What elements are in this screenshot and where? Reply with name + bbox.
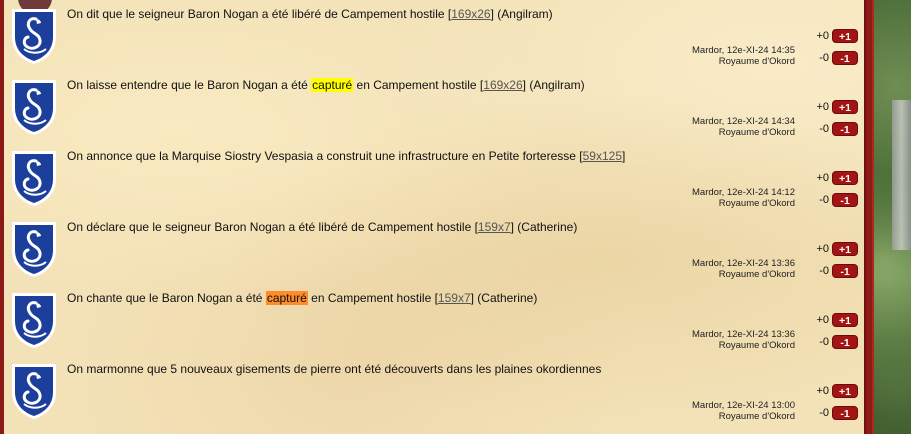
swan-crest-icon (10, 78, 58, 136)
vote-minus-count: -0 (819, 407, 829, 419)
news-realm: Royaume d'Okord (718, 197, 795, 209)
news-author-date: Mardor, 12e-XI-24 14:34 (692, 116, 795, 127)
news-item: On dit que le seigneur Baron Nogan a été… (4, 0, 864, 71)
swan-crest-icon (10, 220, 58, 278)
news-text: On annonce que la Marquise Siostry Vespa… (67, 149, 625, 163)
news-realm: Royaume d'Okord (718, 126, 795, 138)
vote-minus-count: -0 (819, 336, 829, 348)
coordinate-link[interactable]: 59x125 (583, 149, 622, 163)
vote-plus-row: +0 +1 (816, 242, 858, 256)
vote-minus-button[interactable]: -1 (832, 122, 858, 136)
news-realm: Royaume d'Okord (718, 268, 795, 280)
news-text: On laisse entendre que le Baron Nogan a … (67, 78, 585, 92)
news-text: On marmonne que 5 nouveaux gisements de … (67, 362, 601, 376)
news-item: On laisse entendre que le Baron Nogan a … (4, 71, 864, 142)
vote-minus-count: -0 (819, 194, 829, 206)
news-text-before: On marmonne que 5 nouveaux gisements de … (67, 362, 602, 376)
swan-crest-icon (10, 362, 58, 420)
vote-minus-row: -0 -1 (819, 51, 858, 65)
vote-plus-button[interactable]: +1 (832, 313, 858, 327)
vote-plus-row: +0 +1 (816, 313, 858, 327)
news-text-after: en Campement hostile [ (307, 291, 438, 305)
vote-minus-count: -0 (819, 123, 829, 135)
news-author-date: Mardor, 12e-XI-24 13:00 (692, 400, 795, 411)
vote-minus-button[interactable]: -1 (832, 264, 858, 278)
news-text: On chante que le Baron Nogan a été captu… (67, 291, 537, 305)
news-meta: Mardor, 12e-XI-24 14:12 Royaume d'Okord (635, 187, 795, 209)
news-text-before: On annonce que la Marquise Siostry Vespa… (67, 149, 583, 163)
news-meta: Mardor, 12e-XI-24 14:34 Royaume d'Okord (635, 116, 795, 138)
vote-minus-row: -0 -1 (819, 406, 858, 420)
swan-crest-icon (10, 7, 58, 65)
coordinate-link[interactable]: 169x26 (483, 78, 522, 92)
vote-plus-button[interactable]: +1 (832, 29, 858, 43)
coordinate-link[interactable]: 169x26 (451, 7, 490, 21)
vote-minus-count: -0 (819, 265, 829, 277)
vote-plus-button[interactable]: +1 (832, 100, 858, 114)
highlighted-word: capturé (265, 291, 308, 305)
vote-plus-row: +0 +1 (816, 100, 858, 114)
news-text: On déclare que le seigneur Baron Nogan a… (67, 220, 577, 234)
news-text-tail: ] (Angilram) (490, 7, 553, 21)
vote-plus-count: +0 (816, 385, 829, 397)
news-text-tail: ] (Angilram) (522, 78, 585, 92)
news-item: On déclare que le seigneur Baron Nogan a… (4, 213, 864, 284)
vote-minus-row: -0 -1 (819, 193, 858, 207)
news-text-before: On chante que le Baron Nogan a été (67, 291, 266, 305)
news-text-before: On dit que le seigneur Baron Nogan a été… (67, 7, 452, 21)
vote-plus-button[interactable]: +1 (832, 242, 858, 256)
vote-minus-row: -0 -1 (819, 335, 858, 349)
news-text-tail: ] (Catherine) (510, 220, 578, 234)
news-meta: Mardor, 12e-XI-24 13:00 Royaume d'Okord (635, 400, 795, 422)
vote-minus-button[interactable]: -1 (832, 335, 858, 349)
vote-plus-count: +0 (816, 30, 829, 42)
vote-minus-button[interactable]: -1 (832, 193, 858, 207)
vote-minus-button[interactable]: -1 (832, 51, 858, 65)
coordinate-link[interactable]: 159x7 (478, 220, 511, 234)
vote-plus-count: +0 (816, 172, 829, 184)
news-item: On annonce que la Marquise Siostry Vespa… (4, 142, 864, 213)
news-author-date: Mardor, 12e-XI-24 14:12 (692, 187, 795, 198)
swan-crest-icon (10, 291, 58, 349)
vote-minus-row: -0 -1 (819, 264, 858, 278)
vote-plus-button[interactable]: +1 (832, 384, 858, 398)
news-feed-view: On dit que le seigneur Baron Nogan a été… (0, 0, 911, 434)
news-text-tail: ] (Catherine) (470, 291, 538, 305)
vote-plus-button[interactable]: +1 (832, 171, 858, 185)
news-text-before: On déclare que le seigneur Baron Nogan a… (67, 220, 478, 234)
news-meta: Mardor, 12e-XI-24 13:36 Royaume d'Okord (635, 258, 795, 280)
swan-crest-icon (10, 149, 58, 207)
vote-plus-count: +0 (816, 314, 829, 326)
vote-plus-row: +0 +1 (816, 29, 858, 43)
vote-minus-count: -0 (819, 52, 829, 64)
news-author-date: Mardor, 12e-XI-24 13:36 (692, 258, 795, 269)
vote-minus-button[interactable]: -1 (832, 406, 858, 420)
right-frame-border (864, 0, 874, 434)
news-item: On marmonne que 5 nouveaux gisements de … (4, 355, 864, 426)
news-text: On dit que le seigneur Baron Nogan a été… (67, 7, 553, 21)
news-realm: Royaume d'Okord (718, 339, 795, 351)
vote-plus-count: +0 (816, 101, 829, 113)
news-author-date: Mardor, 12e-XI-24 13:36 (692, 329, 795, 340)
background-tower (892, 100, 911, 250)
news-text-after: en Campement hostile [ (353, 78, 484, 92)
news-text-before: On laisse entendre que le Baron Nogan a … (67, 78, 312, 92)
vote-plus-row: +0 +1 (816, 171, 858, 185)
vote-minus-row: -0 -1 (819, 122, 858, 136)
news-meta: Mardor, 12e-XI-24 13:36 Royaume d'Okord (635, 329, 795, 351)
news-realm: Royaume d'Okord (718, 410, 795, 422)
coordinate-link[interactable]: 159x7 (438, 291, 471, 305)
vote-plus-count: +0 (816, 243, 829, 255)
vote-plus-row: +0 +1 (816, 384, 858, 398)
news-author-date: Mardor, 12e-XI-24 14:35 (692, 45, 795, 56)
news-realm: Royaume d'Okord (718, 55, 795, 67)
news-meta: Mardor, 12e-XI-24 14:35 Royaume d'Okord (635, 45, 795, 67)
news-item: On chante que le Baron Nogan a été captu… (4, 284, 864, 355)
news-text-tail: ] (622, 149, 626, 163)
highlighted-word: capturé (311, 78, 354, 92)
